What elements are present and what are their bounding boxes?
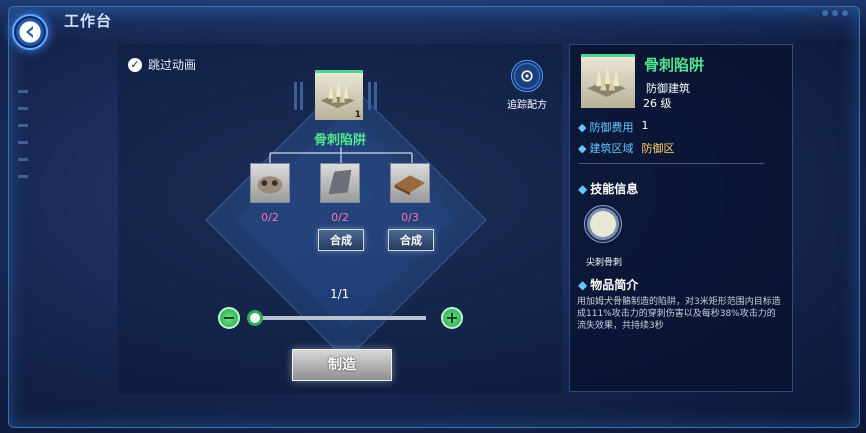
- spike-trap-icon: [320, 80, 355, 109]
- bullet-icon: ◆: [578, 182, 588, 196]
- quantity-slider[interactable]: [254, 316, 426, 320]
- spike-trap-icon: [587, 65, 626, 97]
- side-decoration: [18, 90, 28, 178]
- item-count: 1: [354, 110, 361, 120]
- wood-plank-icon: [394, 175, 426, 196]
- bars-decoration-left: [294, 82, 303, 110]
- track-recipe-label: 追踪配方: [507, 100, 547, 111]
- corner-dots: [822, 10, 848, 16]
- detail-item-level: 26 级: [643, 97, 672, 110]
- detail-item-type: 防御建筑: [646, 82, 690, 95]
- skill-icon[interactable]: [584, 205, 622, 243]
- chevron-left-icon: [26, 26, 33, 38]
- check-icon: ✓: [128, 57, 142, 72]
- back-button[interactable]: [12, 14, 48, 50]
- quantity-readout: 1/1: [330, 287, 350, 301]
- skip-animation-label: 跳过动画: [148, 58, 197, 72]
- track-recipe-button[interactable]: 追踪配方: [500, 60, 554, 111]
- bullet-icon: ◆: [578, 121, 587, 134]
- page-title: 工作台: [64, 12, 113, 30]
- material-count: 0/3: [401, 211, 419, 224]
- material-count: 0/2: [261, 211, 279, 224]
- recipe-tree-lines: [269, 147, 413, 163]
- stat-label: 建筑区域: [589, 142, 634, 155]
- bullet-icon: ◆: [578, 142, 587, 155]
- synthesize-button[interactable]: 合成: [318, 229, 364, 251]
- stat-row: ◆ 防御费用 1: [578, 119, 648, 135]
- target-item-name: 骨刺陷阱: [313, 133, 366, 148]
- bars-decoration-right: [368, 82, 377, 110]
- increase-button[interactable]: +: [441, 307, 463, 329]
- target-item-slot[interactable]: 1: [315, 70, 363, 120]
- stat-value: 1: [641, 119, 649, 132]
- material-count: 0/2: [331, 211, 349, 224]
- item-description: 用加姆犬骨骼制造的陷阱，对3米矩形范围内目标造成111%攻击力的穿刺伤害以及每秒…: [577, 297, 781, 331]
- detail-item-name: 骨刺陷阱: [644, 56, 705, 74]
- detail-item-icon: [581, 54, 635, 108]
- description-section-title: ◆ 物品简介: [578, 278, 639, 292]
- bone-material-icon: [257, 176, 283, 194]
- plus-icon: +: [445, 308, 459, 327]
- decrease-button[interactable]: −: [218, 307, 240, 329]
- material-slot-wood[interactable]: [390, 163, 430, 203]
- slider-knob[interactable]: [247, 310, 263, 326]
- material-slot-stone[interactable]: [320, 163, 360, 203]
- synthesize-button[interactable]: 合成: [388, 229, 434, 251]
- make-button[interactable]: 制造: [292, 349, 392, 381]
- bullet-icon: ◆: [578, 278, 588, 292]
- divider: [578, 163, 764, 164]
- skills-section-title: ◆ 技能信息: [578, 182, 639, 196]
- material-slot-bone[interactable]: [250, 163, 290, 203]
- stone-shard-icon: [328, 169, 352, 195]
- stat-row: ◆ 建筑区域 防御区: [578, 140, 674, 156]
- track-icon: [511, 60, 543, 92]
- stat-value: 防御区: [641, 142, 675, 155]
- skill-name: 尖刺骨刺: [585, 258, 622, 268]
- minus-icon: −: [222, 308, 236, 327]
- skip-animation-toggle[interactable]: ✓ 跳过动画: [128, 56, 196, 73]
- stat-label: 防御费用: [589, 121, 634, 134]
